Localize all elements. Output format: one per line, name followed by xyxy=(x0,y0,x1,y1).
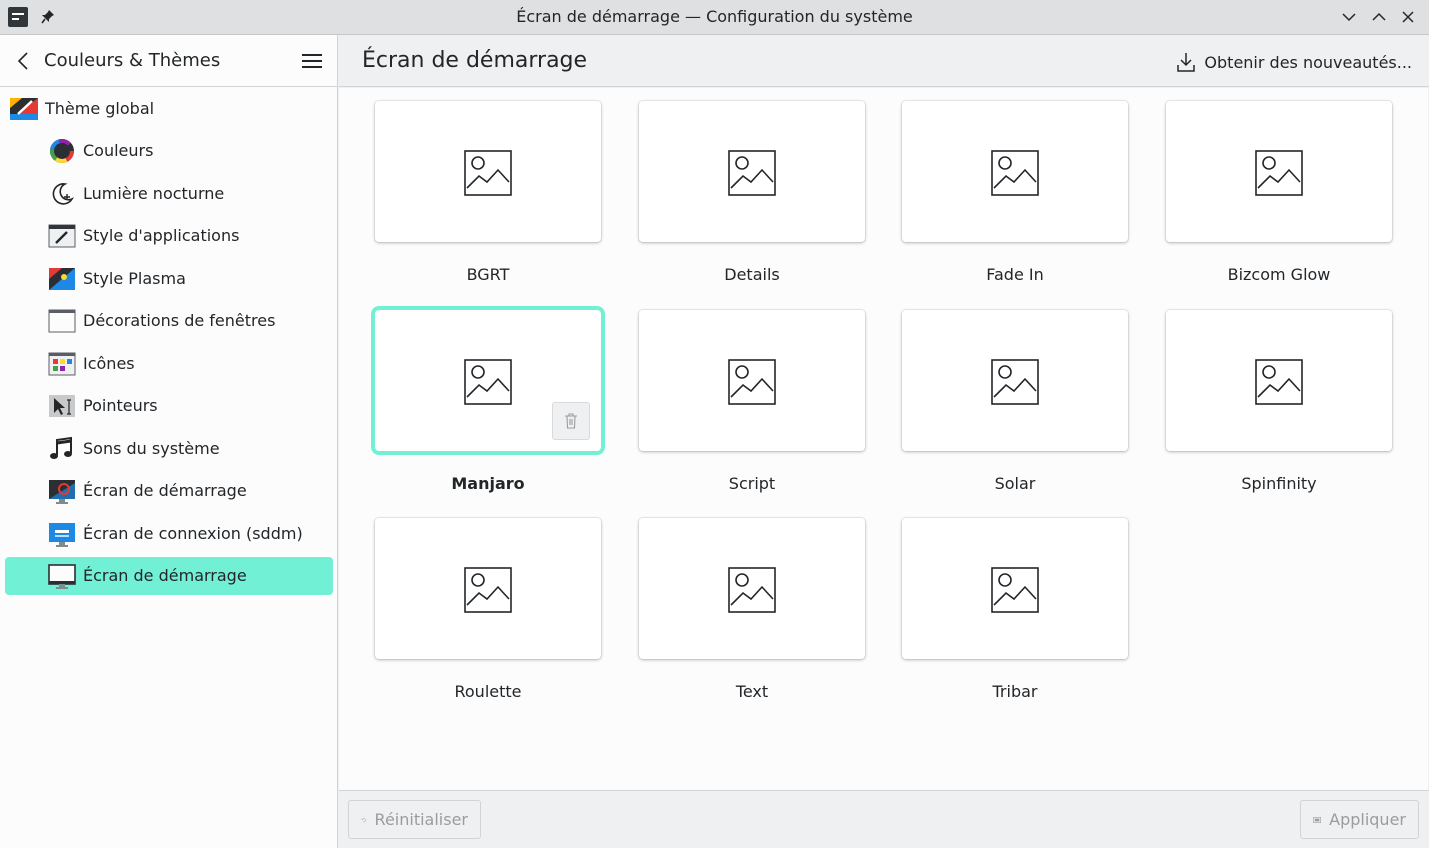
splash-screen-icon xyxy=(48,564,76,589)
theme-card[interactable] xyxy=(902,101,1128,242)
theme-name-label: Manjaro xyxy=(451,474,525,493)
theme-name-label: BGRT xyxy=(466,265,510,284)
image-placeholder-icon xyxy=(991,150,1039,196)
image-placeholder-icon xyxy=(991,359,1039,405)
apply-button[interactable]: Appliquer xyxy=(1300,800,1419,839)
sidebar-item-night-color[interactable]: Lumière nocturne xyxy=(5,175,333,213)
sidebar-item-label: Écran de démarrage xyxy=(83,481,247,500)
image-placeholder-icon xyxy=(464,359,512,405)
footer-bar: Réinitialiser Appliquer xyxy=(339,790,1429,848)
music-note-icon xyxy=(50,436,72,459)
theme-name-label: Roulette xyxy=(454,682,522,701)
sidebar-item-window-decorations[interactable]: Décorations de fenêtres xyxy=(5,302,333,340)
theme-name-label: Details xyxy=(724,265,780,284)
image-placeholder-icon xyxy=(991,567,1039,613)
theme-card[interactable] xyxy=(375,101,601,242)
sidebar: Couleurs & Thèmes Thème global Couleurs xyxy=(0,35,338,848)
theme-card[interactable] xyxy=(902,310,1128,451)
reset-label: Réinitialiser xyxy=(374,810,468,829)
global-theme-icon xyxy=(10,98,38,120)
sidebar-item-colors[interactable]: Couleurs xyxy=(5,132,333,170)
sidebar-item-label: Pointeurs xyxy=(83,396,158,415)
reset-button[interactable]: Réinitialiser xyxy=(348,800,481,839)
theme-card[interactable] xyxy=(639,101,865,242)
theme-name-label: Tribar xyxy=(992,682,1038,701)
theme-card[interactable] xyxy=(375,310,601,451)
sidebar-item-cursors[interactable]: Pointeurs xyxy=(5,387,333,425)
login-screen-icon xyxy=(49,523,75,547)
theme-card[interactable] xyxy=(1166,310,1392,451)
image-placeholder-icon xyxy=(464,150,512,196)
chevron-down-icon xyxy=(1342,13,1356,22)
get-new-stuff-button[interactable]: Obtenir des nouveautés... xyxy=(1176,49,1412,75)
theme-name-label: Bizcom Glow xyxy=(1227,265,1331,284)
trash-icon xyxy=(565,413,577,429)
apply-label: Appliquer xyxy=(1329,810,1406,829)
application-style-icon xyxy=(48,224,76,248)
theme-card[interactable] xyxy=(902,518,1128,659)
sidebar-item-label: Couleurs xyxy=(83,141,154,160)
theme-card[interactable] xyxy=(375,518,601,659)
theme-card[interactable] xyxy=(1166,101,1392,242)
chevron-up-icon xyxy=(1372,12,1386,21)
theme-card[interactable] xyxy=(639,518,865,659)
sidebar-header: Couleurs & Thèmes xyxy=(0,35,337,87)
close-icon xyxy=(1402,11,1414,23)
sidebar-item-global-theme[interactable]: Thème global xyxy=(0,87,337,129)
sidebar-item-label: Écran de démarrage xyxy=(83,566,247,585)
sidebar-item-label: Sons du système xyxy=(83,439,220,458)
sidebar-item-icons[interactable]: Icônes xyxy=(5,345,333,383)
sidebar-item-splash-screen[interactable]: Écran de démarrage xyxy=(5,557,333,595)
theme-name-label: Solar xyxy=(994,474,1036,493)
sidebar-item-login-screen[interactable]: Écran de connexion (sddm) xyxy=(5,515,333,553)
image-placeholder-icon xyxy=(1255,359,1303,405)
theme-name-label: Spinfinity xyxy=(1241,474,1317,493)
sidebar-item-boot-splash[interactable]: Écran de démarrage xyxy=(5,472,333,510)
sidebar-item-label: Thème global xyxy=(45,99,155,118)
page-header: Écran de démarrage Obtenir des nouveauté… xyxy=(339,35,1429,87)
sidebar-item-plasma-style[interactable]: Style Plasma xyxy=(5,260,333,298)
window-title: Écran de démarrage — Configuration du sy… xyxy=(516,7,913,26)
window-decoration-icon xyxy=(48,309,76,333)
splash-theme-grid: BGRT Details Fade In Bizcom Glow Manjaro Scri… xyxy=(339,88,1428,790)
cursor-icon xyxy=(49,395,75,417)
image-placeholder-icon xyxy=(728,567,776,613)
maximize-button[interactable] xyxy=(1368,6,1390,28)
boot-splash-icon xyxy=(49,480,75,504)
undo-icon xyxy=(361,817,366,822)
sidebar-item-label: Décorations de fenêtres xyxy=(83,311,276,330)
back-button[interactable] xyxy=(12,49,36,73)
image-placeholder-icon xyxy=(1255,150,1303,196)
minimize-button[interactable] xyxy=(1338,6,1360,28)
color-wheel-icon xyxy=(50,139,74,163)
image-placeholder-icon xyxy=(728,359,776,405)
page-title: Écran de démarrage xyxy=(362,48,588,73)
sidebar-item-label: Lumière nocturne xyxy=(83,184,225,203)
night-color-icon xyxy=(52,183,75,205)
sidebar-item-label: Style d'applications xyxy=(83,226,240,245)
delete-theme-button[interactable] xyxy=(552,402,590,440)
download-icon xyxy=(1177,53,1196,72)
icons-icon xyxy=(48,352,76,376)
image-placeholder-icon xyxy=(464,567,512,613)
theme-name-label: Fade In xyxy=(986,265,1044,284)
chevron-left-icon xyxy=(17,52,28,70)
sidebar-item-application-style[interactable]: Style d'applications xyxy=(5,217,333,255)
theme-name-label: Text xyxy=(735,682,769,701)
theme-name-label: Script xyxy=(728,474,776,493)
sidebar-item-label: Icônes xyxy=(83,354,135,373)
sidebar-item-label: Écran de connexion (sddm) xyxy=(83,524,303,543)
close-button[interactable] xyxy=(1397,6,1419,28)
sidebar-item-system-sounds[interactable]: Sons du système xyxy=(5,430,333,468)
apply-icon xyxy=(1313,816,1321,823)
window-titlebar: Écran de démarrage — Configuration du sy… xyxy=(0,0,1429,35)
sidebar-item-label: Style Plasma xyxy=(83,269,186,288)
hamburger-menu-icon[interactable] xyxy=(298,49,326,73)
get-new-stuff-label: Obtenir des nouveautés... xyxy=(1204,52,1412,72)
theme-card[interactable] xyxy=(639,310,865,451)
plasma-style-icon xyxy=(49,268,75,290)
sidebar-category-title[interactable]: Couleurs & Thèmes xyxy=(44,49,220,73)
image-placeholder-icon xyxy=(728,150,776,196)
